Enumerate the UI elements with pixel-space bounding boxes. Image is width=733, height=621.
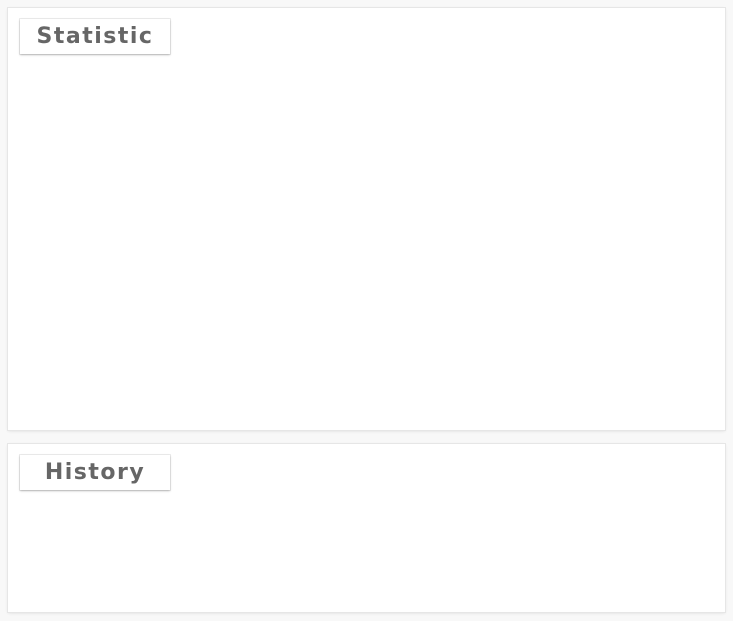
statistic-title: Statistic	[20, 19, 170, 54]
statistic-panel: Statistic	[8, 8, 725, 430]
history-panel: History	[8, 444, 725, 612]
history-content-area	[8, 494, 725, 612]
history-title: History	[20, 455, 170, 490]
statistic-content-area	[8, 58, 725, 430]
